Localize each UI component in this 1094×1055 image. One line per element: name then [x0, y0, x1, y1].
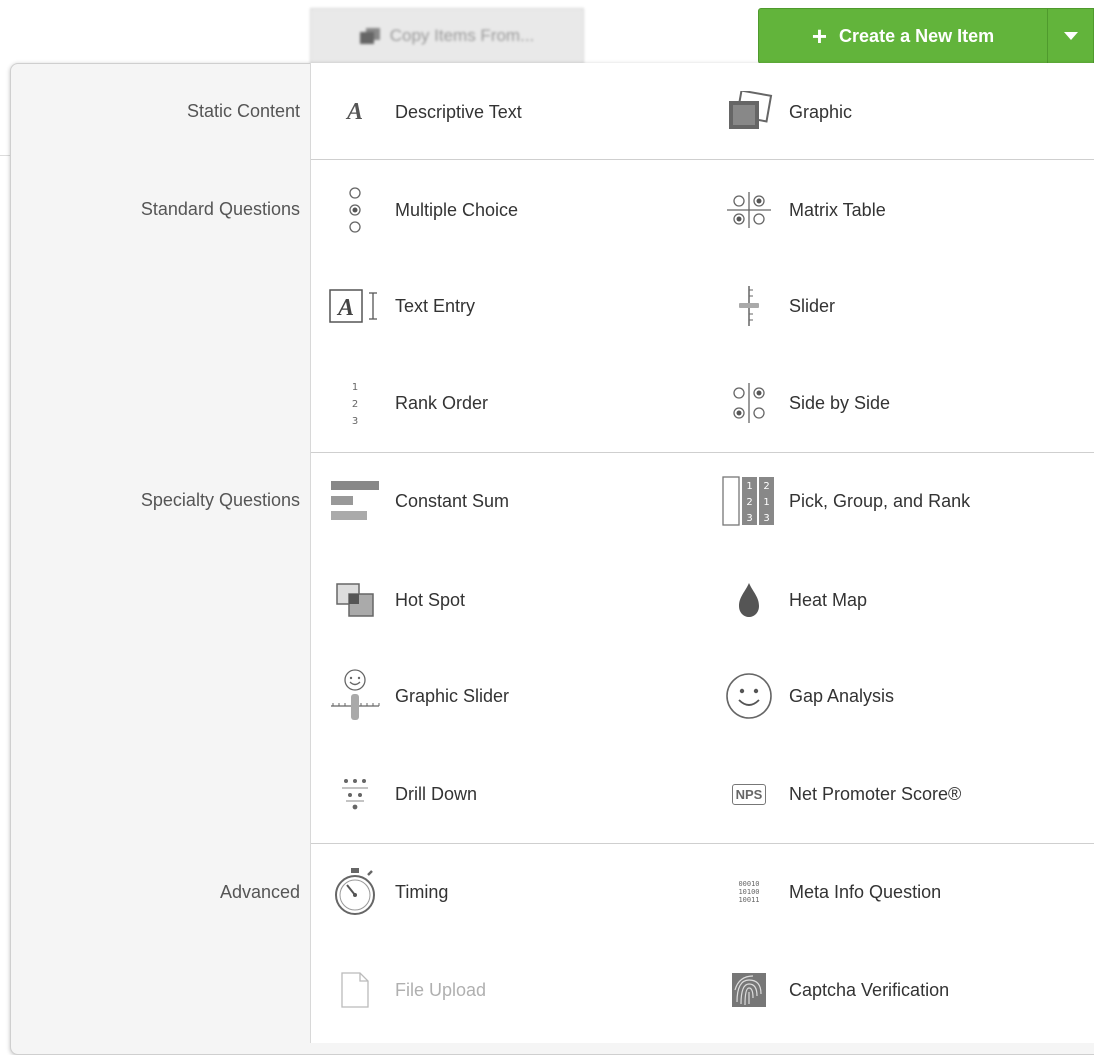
descriptive-text-icon: A [346, 98, 363, 125]
item-label: Rank Order [395, 392, 489, 413]
item-label: Descriptive Text [395, 101, 522, 122]
text-entry-icon: A [327, 278, 383, 334]
item-label: Graphic Slider [395, 685, 510, 706]
item-label: Heat Map [789, 589, 868, 610]
item-label: File Upload [395, 979, 487, 1000]
item-gap-analysis[interactable]: Gap Analysis [721, 666, 1094, 726]
item-label: Matrix Table [789, 199, 886, 220]
category-standard-questions: Standard Questions [140, 199, 300, 219]
file-icon [327, 962, 383, 1018]
question-type-menu: A Descriptive Text Graphic Multiple Choi… [310, 63, 1094, 1043]
item-timing[interactable]: Timing [327, 862, 707, 922]
item-label: Drill Down [395, 783, 478, 804]
smiley-icon [721, 668, 777, 724]
item-label: Gap Analysis [789, 685, 895, 706]
category-static-content: Static Content [186, 101, 300, 121]
svg-text:1: 1 [352, 382, 358, 393]
item-multiple-choice[interactable]: Multiple Choice [327, 180, 707, 240]
item-pick-group-rank[interactable]: 122133 Pick, Group, and Rank [721, 471, 1094, 531]
item-side-by-side[interactable]: Side by Side [721, 373, 1094, 433]
item-drill-down[interactable]: Drill Down [327, 764, 707, 824]
item-label: Hot Spot [395, 589, 466, 610]
multiple-choice-icon [327, 182, 383, 238]
item-label: Side by Side [789, 392, 891, 413]
category-advanced: Advanced [219, 882, 300, 902]
item-label: Net Promoter Score® [789, 783, 962, 804]
svg-text:3: 3 [352, 416, 358, 426]
item-hot-spot[interactable]: Hot Spot [327, 570, 707, 630]
item-label: Captcha Verification [789, 979, 950, 1000]
svg-text:1: 1 [746, 481, 752, 492]
item-descriptive-text[interactable]: A Descriptive Text [327, 82, 707, 142]
create-new-item-label: Create a New Item [839, 25, 995, 46]
drill-down-icon [327, 766, 383, 822]
item-label: Meta Info Question [789, 881, 942, 902]
item-label: Pick, Group, and Rank [789, 490, 971, 511]
rank-order-icon: 1 2 3 [327, 375, 383, 431]
svg-text:2: 2 [352, 399, 358, 410]
item-net-promoter-score[interactable]: NPS Net Promoter Score® [721, 764, 1094, 824]
svg-text:2: 2 [746, 497, 752, 508]
slider-icon [721, 278, 777, 334]
copy-icon [359, 28, 380, 44]
binary-code-icon: 00010 10100 10011 [738, 880, 760, 904]
side-by-side-icon [721, 375, 777, 431]
item-label: Slider [789, 295, 836, 316]
create-new-item-button[interactable]: + Create a New Item [758, 8, 1048, 64]
item-graphic-slider[interactable]: Graphic Slider [327, 666, 707, 726]
svg-text:A: A [336, 295, 354, 321]
item-label: Multiple Choice [395, 199, 519, 220]
nps-icon: NPS [721, 766, 777, 822]
item-label: Text Entry [395, 295, 476, 316]
graphic-slider-icon [327, 668, 383, 724]
copy-items-button[interactable]: Copy Items From... [310, 8, 584, 64]
caret-down-icon [1063, 32, 1078, 40]
pick-group-rank-icon: 122133 [721, 473, 777, 529]
item-matrix-table[interactable]: Matrix Table [721, 180, 1094, 240]
item-graphic[interactable]: Graphic [721, 82, 1094, 142]
item-slider[interactable]: Slider [721, 276, 1094, 336]
stopwatch-icon [327, 864, 383, 920]
item-file-upload: File Upload [327, 960, 707, 1020]
item-label: Timing [395, 881, 449, 902]
svg-text:3: 3 [763, 513, 769, 524]
graphic-icon [721, 84, 777, 140]
category-specialty-questions: Specialty Questions [140, 490, 300, 510]
item-meta-info-question[interactable]: 00010 10100 10011 Meta Info Question [721, 862, 1094, 922]
svg-text:2: 2 [763, 481, 769, 492]
item-label: Constant Sum [395, 490, 510, 511]
svg-text:1: 1 [763, 497, 769, 508]
fingerprint-icon [721, 962, 777, 1018]
item-text-entry[interactable]: A Text Entry [327, 276, 707, 336]
item-heat-map[interactable]: Heat Map [721, 570, 1094, 630]
item-constant-sum[interactable]: Constant Sum [327, 471, 707, 531]
constant-sum-icon [327, 473, 383, 529]
plus-icon: + [811, 21, 828, 51]
item-label: Graphic [789, 101, 853, 122]
flame-icon [721, 572, 777, 628]
matrix-table-icon [721, 182, 777, 238]
item-rank-order[interactable]: 1 2 3 Rank Order [327, 373, 707, 433]
create-dropdown-toggle[interactable] [1047, 8, 1094, 64]
hot-spot-icon [327, 572, 383, 628]
copy-items-label: Copy Items From... [389, 26, 535, 45]
svg-text:3: 3 [746, 513, 752, 524]
item-captcha-verification[interactable]: Captcha Verification [721, 960, 1094, 1020]
